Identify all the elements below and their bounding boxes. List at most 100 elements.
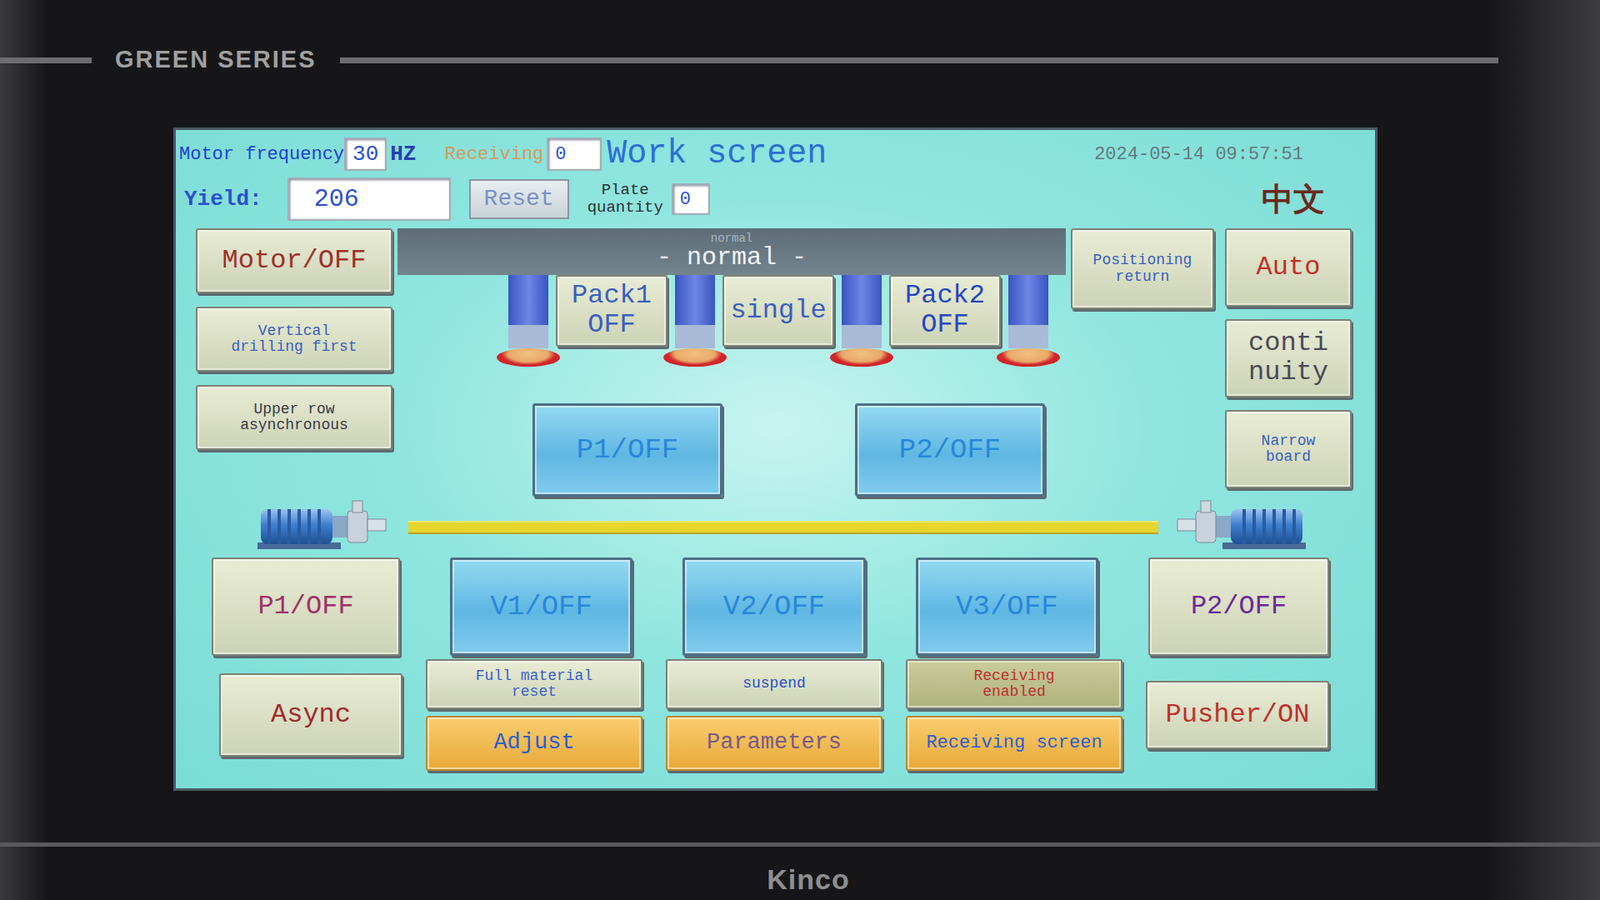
spindle-body bbox=[508, 275, 549, 325]
label-line: V2/OFF bbox=[723, 591, 825, 623]
receiving-field[interactable]: 0 bbox=[546, 137, 602, 171]
suspend-button-label: suspend bbox=[742, 675, 806, 692]
label-line: P1/OFF bbox=[576, 435, 679, 466]
drill-area: normal- normal - Pack1OFF single Pack2OFF P1… bbox=[397, 228, 1066, 498]
pack2-off-button-label: Pack2OFF bbox=[905, 281, 985, 340]
right-button-group: Auto continuity Narrowboard bbox=[1225, 228, 1352, 498]
pusher-on-button[interactable]: Pusher/ON bbox=[1145, 680, 1330, 750]
label-line: OFF bbox=[905, 310, 985, 340]
upper-row-asynchronous-button[interactable]: Upper rowasynchronous bbox=[195, 385, 393, 450]
auto-button[interactable]: Auto bbox=[1225, 228, 1352, 307]
label-line: V3/OFF bbox=[955, 591, 1058, 623]
label-line: Pack2 bbox=[905, 281, 985, 311]
left-button-column: Motor/OFF Verticaldrilling first Upper row… bbox=[195, 228, 393, 498]
motor-frequency-field[interactable]: 30 bbox=[344, 137, 387, 171]
motor-frequency-value: 30 bbox=[352, 138, 379, 171]
label-line: Receiving bbox=[973, 668, 1055, 685]
vertical-drilling-first-button[interactable]: Verticaldrilling first bbox=[195, 306, 393, 372]
label-line: single bbox=[730, 296, 826, 326]
bezel-rule bbox=[0, 842, 1600, 847]
label-line: Motor/OFF bbox=[222, 246, 367, 276]
p1-off-button[interactable]: P1/OFF bbox=[211, 557, 400, 656]
pack1-off-button[interactable]: Pack1OFF bbox=[555, 275, 668, 347]
narrow-board-button-label: Narrowboard bbox=[1261, 433, 1316, 466]
label-line: Pusher/ON bbox=[1165, 700, 1310, 730]
receiving-enabled-button-label: Receivingenabled bbox=[973, 668, 1055, 701]
spindle-shaft bbox=[508, 325, 549, 349]
single-button-label: single bbox=[730, 296, 826, 326]
header-row: Yield:206ResetPlatequantity0中文 bbox=[175, 173, 1375, 225]
v1-off-button[interactable]: V1/OFF bbox=[450, 557, 633, 656]
spindle-shaft bbox=[675, 325, 715, 349]
label-line: suspend bbox=[742, 675, 806, 692]
suspend-button[interactable]: suspend bbox=[665, 659, 883, 710]
screen-title: Work screen bbox=[606, 129, 827, 180]
v2-off-button[interactable]: V2/OFF bbox=[682, 557, 865, 656]
label-line: P2/OFF bbox=[1190, 592, 1287, 622]
right-button-group: Positioningreturn bbox=[1070, 228, 1215, 498]
pack1-off-button-label: Pack1OFF bbox=[571, 281, 652, 340]
receiving-enabled-button[interactable]: Receivingenabled bbox=[905, 659, 1123, 710]
machine-panel: Motor/OFF Verticaldrilling first Upper row… bbox=[175, 225, 1375, 498]
plate-quantity-field[interactable]: 0 bbox=[671, 183, 710, 215]
parameters-button[interactable]: Parameters bbox=[665, 715, 883, 771]
label-line: Plate bbox=[587, 181, 664, 200]
status-bar: normal- normal - bbox=[397, 228, 1066, 275]
label-line: Parameters bbox=[706, 730, 842, 755]
label-line: nuity bbox=[1248, 358, 1329, 388]
label-line: P2/OFF bbox=[899, 435, 1001, 466]
adjust-button[interactable]: Adjust bbox=[425, 715, 643, 771]
p1-off-button-label: P1/OFF bbox=[257, 592, 354, 622]
spindle-shaft bbox=[841, 325, 882, 349]
vertical-drilling-first-button-label: Verticaldrilling first bbox=[230, 323, 357, 356]
positioning-return-button[interactable]: Positioningreturn bbox=[1070, 228, 1215, 310]
auto-button-label: Auto bbox=[1256, 253, 1321, 283]
adjust-button-label: Adjust bbox=[493, 730, 575, 755]
receiving-screen-button[interactable]: Receiving screen bbox=[905, 715, 1123, 771]
v1-off-button-label: V1/OFF bbox=[490, 591, 592, 623]
drill-head-icon bbox=[1007, 275, 1050, 367]
pusher-on-button-label: Pusher/ON bbox=[1165, 700, 1310, 730]
conti-nuity-button[interactable]: continuity bbox=[1225, 319, 1352, 398]
bezel-rule bbox=[340, 57, 1499, 64]
yield-value: 206 bbox=[314, 180, 360, 219]
label-line: quantity bbox=[587, 199, 664, 217]
full-material-reset-button[interactable]: Full materialreset bbox=[425, 659, 643, 710]
v3-off-button-label: V3/OFF bbox=[955, 591, 1058, 623]
brand-label: Kinco bbox=[0, 858, 1600, 900]
bezel-rule bbox=[0, 57, 92, 64]
valve-buttons: P1/OFF V1/OFF V2/OFF V3/OFF P2/OFF bbox=[175, 557, 1375, 656]
pack2-off-button[interactable]: Pack2OFF bbox=[889, 275, 1001, 347]
label-line: Receiving screen bbox=[925, 733, 1102, 754]
v3-off-button[interactable]: V3/OFF bbox=[915, 557, 1099, 656]
motor-off-button[interactable]: Motor/OFF bbox=[195, 228, 393, 294]
reset-button[interactable]: Reset bbox=[469, 179, 570, 220]
current-status: - normal - bbox=[656, 245, 807, 272]
p2-off-button[interactable]: P2/OFF bbox=[855, 403, 1045, 497]
p1-off-button[interactable]: P1/OFF bbox=[532, 403, 723, 497]
drill-heads: Pack1OFF single Pack2OFF bbox=[397, 275, 1066, 367]
p2-off-button[interactable]: P2/OFF bbox=[1148, 557, 1330, 656]
drill-head-icon bbox=[840, 275, 883, 367]
spindle-shaft bbox=[1008, 325, 1049, 349]
async-button-label: Async bbox=[270, 700, 351, 730]
hmi-screen: Motor frequency30HZReceiving0Work screen… bbox=[173, 127, 1378, 791]
datetime: 2024-05-14 09:57:51 bbox=[1094, 140, 1304, 169]
language-button[interactable]: 中文 bbox=[1261, 175, 1325, 224]
async-button[interactable]: Async bbox=[219, 673, 403, 757]
full-material-reset-button-label: Full materialreset bbox=[475, 668, 593, 701]
spindle-body bbox=[1008, 275, 1049, 325]
narrow-board-button[interactable]: Narrowboard bbox=[1225, 410, 1352, 489]
single-button[interactable]: single bbox=[722, 275, 835, 347]
series-label: GREEN SERIES bbox=[91, 41, 340, 79]
label-line: conti bbox=[1248, 329, 1329, 359]
frequency-unit: HZ bbox=[390, 138, 416, 171]
label-line: drilling first bbox=[230, 339, 357, 355]
motor-off-button-label: Motor/OFF bbox=[222, 246, 367, 276]
plate-quantity-value: 0 bbox=[680, 185, 691, 214]
spindle-body bbox=[675, 275, 715, 325]
device-header: GREEN SERIES bbox=[0, 40, 1600, 80]
label-line: reset bbox=[475, 684, 593, 700]
label-line: Upper row bbox=[240, 401, 349, 418]
conti-nuity-button-label: continuity bbox=[1248, 329, 1329, 387]
